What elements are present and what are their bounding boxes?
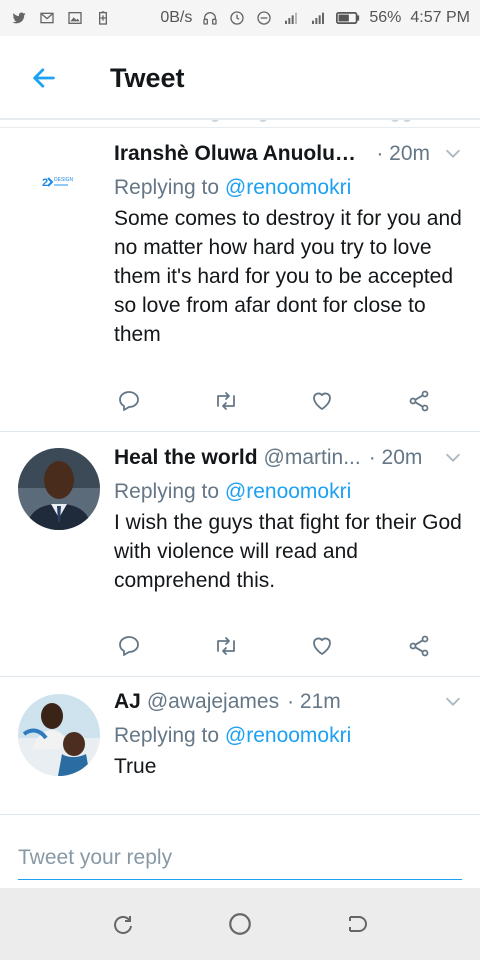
home-circle-icon [229,913,251,935]
clipped-previous-tweet [0,120,480,128]
tweet[interactable]: AJ @awajejames · 21m Replying to @renoom… [0,677,480,815]
recents-icon [113,916,132,934]
network-speed: 0B/s [160,9,193,26]
svg-text:DESIGN: DESIGN [54,177,74,183]
replying-to: Replying to @renoomokri [114,724,352,747]
heart-icon [313,637,332,655]
design-logo-avatar: 2 DESIGN [18,140,100,222]
tweet-actions [114,631,434,661]
like-button[interactable] [307,386,337,416]
share-icon [409,390,429,412]
tweet-text: Some comes to destroy it for you and no … [114,207,462,346]
author-name[interactable]: AJ [114,690,141,714]
retweet-button[interactable] [211,386,241,416]
tweet-meta: AJ @awajejames · 21m [114,690,462,720]
tweet-body: Heal the world @martin... · 20m Replying… [114,446,462,595]
app-header: Tweet [0,36,480,120]
reply-to-link[interactable]: @renoomokri [225,724,351,747]
tweet-body: AJ @awajejames · 21m Replying to @renoom… [114,690,462,781]
tweet-text: True [114,755,157,778]
home-button[interactable] [226,910,254,938]
reply-button[interactable] [114,386,144,416]
author-handle[interactable]: @martin... [264,446,361,470]
author-name[interactable]: Iranshè Oluwa Anuoluw... [114,142,362,166]
gallery-icon [68,12,82,24]
system-nav-bar [0,888,480,960]
tweet-meta: Iranshè Oluwa Anuoluw... · 20m [114,142,462,172]
tweet-time: · 20m [376,142,430,165]
tweet-actions [114,386,434,416]
chevron-down-icon[interactable] [442,142,464,164]
share-button[interactable] [404,631,434,661]
battery-saver-icon [99,11,107,25]
avatar[interactable] [18,694,100,776]
back-button[interactable] [24,58,64,98]
reply-to-link[interactable]: @renoomokri [225,176,351,199]
twitter-icon [12,12,26,24]
signal-2-icon [312,12,325,24]
tweet-text: I wish the guys that fight for their God… [114,511,462,592]
chevron-down-icon[interactable] [442,690,464,712]
tweet-time: · 20m [368,446,423,469]
back-nav-button[interactable] [343,910,371,938]
comment-icon [119,636,139,656]
replying-to: Replying to @renoomokri [114,176,352,199]
avatar[interactable]: 2 DESIGN [18,140,100,222]
clock: 4:57 PM [410,9,470,26]
signal-1-icon [285,12,298,24]
retweet-icon [216,637,235,655]
chevron-down-icon[interactable] [442,446,464,468]
retweet-button[interactable] [211,631,241,661]
share-button[interactable] [404,386,434,416]
back-nav-icon [349,916,368,932]
tweet[interactable]: Heal the world @martin... · 20m Replying… [0,432,480,677]
retweet-icon [216,392,235,410]
tweet-meta: Heal the world @martin... · 20m [114,446,462,476]
reply-input[interactable]: Tweet your reply [18,836,462,880]
replying-to: Replying to @renoomokri [114,480,352,503]
author-name[interactable]: Heal the world [114,446,258,470]
avatar[interactable] [18,448,100,530]
page-title: Tweet [110,62,185,93]
email-icon [40,12,54,24]
do-not-disturb-icon [257,11,272,25]
reply-button[interactable] [114,631,144,661]
heart-icon [313,392,332,410]
couple-photo-avatar [18,694,100,776]
headphones-icon [203,12,218,25]
battery-level: 56% [369,9,402,26]
share-icon [409,635,429,657]
battery-icon [336,12,360,24]
status-bar: 0B/s 56% 4:57 PM [0,0,480,36]
recent-apps-button[interactable] [109,910,137,938]
tweet-body: Iranshè Oluwa Anuoluw... · 20m Replying … [114,142,462,349]
like-button[interactable] [307,631,337,661]
person-photo-avatar [18,448,100,530]
arrow-left-icon [33,68,55,88]
tweet-time: · 21m [287,690,341,713]
svg-text:2: 2 [42,177,48,189]
comment-icon [119,391,139,411]
tweet[interactable]: 2 DESIGN Iranshè Oluwa Anuoluw... · 20m … [0,128,480,432]
reply-to-link[interactable]: @renoomokri [225,480,351,503]
data-saver-icon [230,11,245,25]
author-handle[interactable]: @awajejames [147,690,279,714]
